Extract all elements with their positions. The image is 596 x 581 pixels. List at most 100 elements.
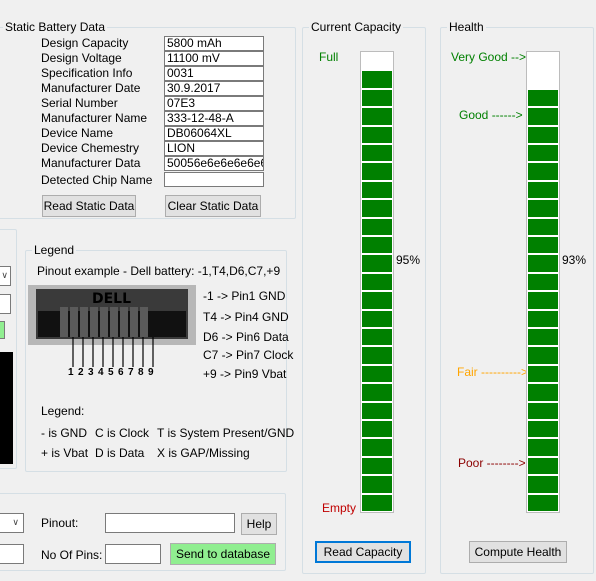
health-segment	[528, 457, 558, 475]
capacity-segment	[362, 439, 392, 456]
pinout-input[interactable]	[105, 513, 235, 533]
health-segment	[528, 347, 558, 364]
device-name-field[interactable]: DB06064XL	[164, 126, 264, 141]
left-bottom-input[interactable]	[0, 544, 24, 564]
pinout-label: Pinout:	[41, 516, 79, 530]
capacity-segment	[362, 237, 392, 254]
clear-static-data-button[interactable]: Clear Static Data	[165, 195, 261, 217]
device-chemistry-field[interactable]: LION	[164, 141, 264, 156]
specification-info-field[interactable]: 0031	[164, 66, 264, 81]
capacity-segment	[362, 273, 392, 291]
capacity-segment	[362, 181, 392, 199]
static-battery-title: Static Battery Data	[3, 20, 108, 34]
capacity-segment	[362, 384, 392, 401]
manufacturer-name-label: Manufacturer Name	[41, 111, 148, 125]
health-segment	[528, 89, 558, 107]
capacity-percent-label: 95%	[396, 253, 421, 267]
design-voltage-label: Design Voltage	[41, 51, 122, 65]
legend-system-present: T is System Present/GND	[157, 426, 295, 440]
manufacturer-data-field[interactable]: 50056e6e6e6e6e6	[164, 156, 264, 171]
capacity-segment	[362, 163, 392, 180]
legend-vbat: + is Vbat	[41, 446, 89, 460]
health-segment	[528, 402, 558, 419]
pin-number: 2	[78, 367, 84, 378]
serial-number-field[interactable]: 07E3	[164, 96, 264, 111]
capacity-segment	[362, 255, 392, 272]
pin-number: 5	[108, 367, 114, 378]
health-segment	[528, 365, 558, 383]
capacity-segment	[362, 457, 392, 475]
pin-number: 7	[128, 367, 134, 378]
health-segment	[528, 200, 558, 217]
capacity-segment	[362, 476, 392, 493]
device-chemistry-label: Device Chemestry	[41, 141, 140, 155]
capacity-segment	[362, 145, 392, 162]
pinout-dropdown[interactable]: ∨	[0, 513, 24, 533]
health-segment	[528, 494, 558, 511]
health-segment	[528, 145, 558, 162]
no-of-pins-input[interactable]	[105, 544, 161, 564]
health-fair-label: Fair ---------->	[457, 365, 528, 379]
detected-chip-name-label: Detected Chip Name	[41, 173, 153, 187]
capacity-segment	[362, 292, 392, 309]
capacity-full-label: Full	[319, 50, 339, 64]
legend-gap: X is GAP/Missing	[157, 446, 250, 460]
manufacturer-name-field[interactable]: 333-12-48-A	[164, 111, 264, 126]
serial-number-label: Serial Number	[41, 96, 118, 110]
legend-subheading: Legend:	[41, 404, 85, 418]
chevron-down-icon: ∨	[12, 517, 19, 527]
left-dropdown[interactable]: ∨	[0, 266, 11, 286]
manufacturer-data-label: Manufacturer Data	[41, 156, 141, 170]
health-good-label: Good ------>	[459, 108, 523, 122]
left-status-indicator	[0, 321, 5, 339]
pin-mapping-1: -1 -> Pin1 GND	[203, 289, 286, 303]
send-to-database-button[interactable]: Send to database	[170, 543, 276, 565]
capacity-segment	[362, 494, 392, 511]
legend-clock: C is Clock	[95, 426, 150, 440]
health-segment	[528, 181, 558, 199]
read-capacity-button[interactable]: Read Capacity	[315, 541, 411, 563]
capacity-segment	[362, 126, 392, 143]
left-console-panel	[0, 352, 13, 464]
health-percent-label: 93%	[562, 253, 587, 267]
capacity-segment	[362, 347, 392, 364]
design-capacity-field[interactable]: 5800 mAh	[164, 36, 264, 51]
health-poor-label: Poor -------->	[458, 456, 526, 470]
health-segment	[528, 292, 558, 309]
left-text-field[interactable]	[0, 294, 11, 314]
pin-mapping-9: +9 -> Pin9 Vbat	[203, 367, 287, 381]
health-segment	[528, 329, 558, 346]
design-voltage-field[interactable]: 11100 mV	[164, 51, 264, 66]
health-very-good-label: Very Good -->	[451, 50, 527, 64]
health-segment	[528, 163, 558, 180]
read-static-data-button[interactable]: Read Static Data	[42, 195, 136, 217]
pin-number: 3	[88, 367, 94, 378]
health-segment	[528, 126, 558, 143]
detected-chip-name-field[interactable]	[164, 172, 264, 187]
health-segment	[528, 384, 558, 401]
connector-pins	[60, 307, 148, 337]
capacity-segment	[362, 71, 392, 88]
manufacturer-date-label: Manufacturer Date	[41, 81, 141, 95]
health-title: Health	[447, 20, 486, 34]
pin-mapping-4: T4 -> Pin4 GND	[203, 310, 289, 324]
no-of-pins-label: No Of Pins:	[41, 548, 103, 562]
pin-number: 8	[138, 367, 144, 378]
manufacturer-date-field[interactable]: 30.9.2017	[164, 81, 264, 96]
capacity-segment	[362, 108, 392, 125]
help-button[interactable]: Help	[241, 513, 277, 535]
capacity-segment	[362, 402, 392, 419]
chevron-down-icon: ∨	[1, 270, 8, 280]
health-segment	[528, 476, 558, 493]
compute-health-button[interactable]: Compute Health	[469, 541, 567, 563]
legend-gnd: - is GND	[41, 426, 87, 440]
specification-info-label: Specification Info	[41, 66, 133, 80]
capacity-title: Current Capacity	[309, 20, 404, 34]
health-segment	[528, 310, 558, 327]
capacity-segment	[362, 421, 392, 438]
dell-brand-label: DELL	[92, 291, 132, 307]
capacity-segment	[362, 89, 392, 107]
device-name-label: Device Name	[41, 126, 114, 140]
capacity-segment	[362, 218, 392, 235]
design-capacity-label: Design Capacity	[41, 36, 129, 50]
